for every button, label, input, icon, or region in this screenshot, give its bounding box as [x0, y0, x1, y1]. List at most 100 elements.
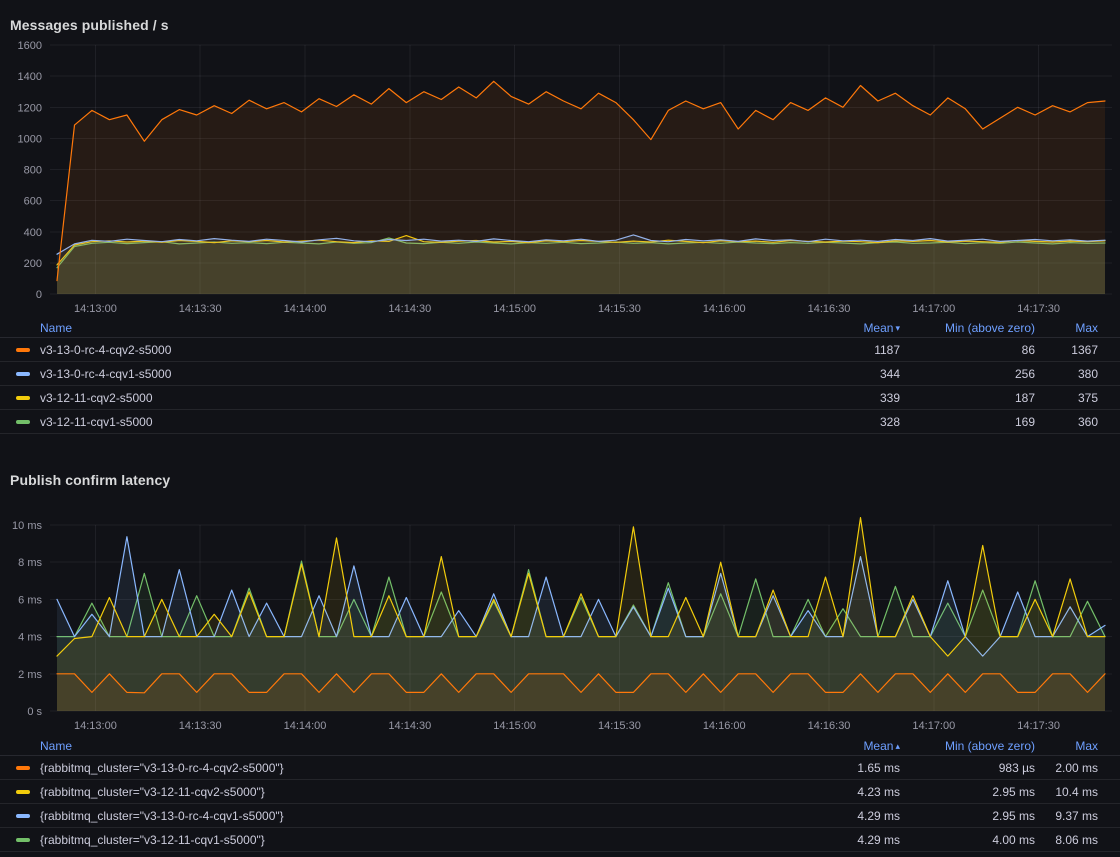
publish-confirm-latency-chart-plot[interactable]: 14:13:00 14:13:30 14:14:00 14:14:30 14:15:00…: [0, 485, 1120, 737]
y-axis-tick-label: 1000: [18, 133, 42, 145]
y-axis-tick-label: 800: [24, 165, 42, 177]
y-axis-tick-label: 0 s: [27, 706, 42, 718]
series-min-value: 2.95 ms: [992, 785, 1035, 799]
series-name: v3-12-11-cqv2-s5000: [40, 391, 153, 405]
legend-column-name[interactable]: Name: [40, 739, 72, 753]
legend-row[interactable]: {rabbitmq_cluster="v3-12-11-cqv2-s5000"}…: [0, 780, 1120, 804]
legend-row[interactable]: v3-12-11-cqv1-s5000 328 169 360: [0, 410, 1120, 434]
series-name: {rabbitmq_cluster="v3-13-0-rc-4-cqv2-s50…: [40, 761, 284, 775]
series-color-swatch: [16, 790, 30, 794]
y-axis-tick-label: 4 ms: [18, 632, 42, 644]
y-axis-tick-label: 1200: [18, 102, 42, 114]
legend-header: Name Mean▾ Min (above zero) Max: [0, 318, 1120, 338]
series-color-swatch: [16, 766, 30, 770]
publish-confirm-latency-legend: Name Mean▴ Min (above zero) Max {rabbitm…: [0, 736, 1120, 852]
x-axis-tick-label: 14:13:00: [74, 720, 117, 732]
sort-descending-icon: ▾: [895, 323, 900, 333]
series-mean-value: 4.29 ms: [857, 809, 900, 823]
series-color-swatch: [16, 396, 30, 400]
messages-published-chart-plot[interactable]: 14:13:00 14:13:30 14:14:00 14:14:30 14:15:00…: [0, 0, 1120, 320]
x-axis-tick-label: 14:15:30: [598, 303, 641, 315]
legend-row[interactable]: v3-13-0-rc-4-cqv2-s5000 1187 86 1367: [0, 338, 1120, 362]
legend-row[interactable]: {rabbitmq_cluster="v3-13-0-rc-4-cqv1-s50…: [0, 804, 1120, 828]
x-axis-tick-label: 14:17:30: [1017, 720, 1060, 732]
x-axis-tick-label: 14:17:30: [1017, 303, 1060, 315]
series-max-value: 1367: [1071, 343, 1098, 357]
series-color-swatch: [16, 838, 30, 842]
x-axis-tick-label: 14:17:00: [912, 720, 955, 732]
x-axis-tick-label: 14:15:30: [598, 720, 641, 732]
x-axis-tick-label: 14:16:00: [703, 720, 746, 732]
y-axis-tick-label: 10 ms: [12, 520, 42, 532]
series-color-swatch: [16, 372, 30, 376]
x-axis-tick-label: 14:17:00: [912, 303, 955, 315]
series-min-value: 86: [1022, 343, 1035, 357]
series-max-value: 2.00 ms: [1055, 761, 1098, 775]
series-name: v3-13-0-rc-4-cqv2-s5000: [40, 343, 171, 357]
y-axis-tick-label: 1600: [18, 40, 42, 52]
series-max-value: 380: [1078, 367, 1098, 381]
series-color-swatch: [16, 348, 30, 352]
series-name: {rabbitmq_cluster="v3-12-11-cqv1-s5000"}: [40, 833, 265, 847]
legend-row[interactable]: v3-12-11-cqv2-s5000 339 187 375: [0, 386, 1120, 410]
x-axis-tick-label: 14:16:30: [808, 303, 851, 315]
series-color-swatch: [16, 814, 30, 818]
series-color-swatch: [16, 420, 30, 424]
x-axis-tick-label: 14:15:00: [493, 303, 536, 315]
series-area-fill: [57, 81, 1105, 294]
x-axis-tick-label: 14:14:00: [284, 303, 327, 315]
legend-row[interactable]: {rabbitmq_cluster="v3-13-0-rc-4-cqv2-s50…: [0, 756, 1120, 780]
y-axis-tick-label: 1400: [18, 71, 42, 83]
series-min-value: 983 µs: [999, 761, 1035, 775]
series-min-value: 256: [1015, 367, 1035, 381]
series-min-value: 2.95 ms: [992, 809, 1035, 823]
series-max-value: 375: [1078, 391, 1098, 405]
legend-row[interactable]: {rabbitmq_cluster="v3-12-11-cqv1-s5000"}…: [0, 828, 1120, 852]
series-mean-value: 339: [880, 391, 900, 405]
series-min-value: 4.00 ms: [992, 833, 1035, 847]
series-min-value: 187: [1015, 391, 1035, 405]
x-axis-tick-label: 14:15:00: [493, 720, 536, 732]
series-min-value: 169: [1015, 415, 1035, 429]
series-max-value: 10.4 ms: [1055, 785, 1098, 799]
series-max-value: 9.37 ms: [1055, 809, 1098, 823]
legend-header: Name Mean▴ Min (above zero) Max: [0, 736, 1120, 756]
legend-column-min[interactable]: Min (above zero): [945, 321, 1035, 335]
legend-column-name[interactable]: Name: [40, 321, 72, 335]
series-mean-value: 328: [880, 415, 900, 429]
legend-column-min[interactable]: Min (above zero): [945, 739, 1035, 753]
x-axis-tick-label: 14:14:30: [388, 303, 431, 315]
sort-ascending-icon: ▴: [895, 741, 900, 751]
y-axis-tick-label: 6 ms: [18, 594, 42, 606]
series-max-value: 360: [1078, 415, 1098, 429]
messages-published-legend: Name Mean▾ Min (above zero) Max v3-13-0-…: [0, 318, 1120, 434]
series-name: v3-13-0-rc-4-cqv1-s5000: [40, 367, 171, 381]
y-axis-tick-label: 0: [36, 289, 42, 301]
x-axis-tick-label: 14:13:00: [74, 303, 117, 315]
x-axis-tick-label: 14:14:00: [284, 720, 327, 732]
x-axis-tick-label: 14:13:30: [179, 303, 222, 315]
series-mean-value: 344: [880, 367, 900, 381]
legend-column-max[interactable]: Max: [1075, 739, 1098, 753]
x-axis-tick-label: 14:16:30: [808, 720, 851, 732]
y-axis-tick-label: 600: [24, 196, 42, 208]
series-mean-value: 1187: [874, 343, 900, 357]
series-mean-value: 4.29 ms: [857, 833, 900, 847]
legend-column-mean[interactable]: Mean▾: [863, 321, 900, 335]
series-mean-value: 4.23 ms: [857, 785, 900, 799]
legend-column-mean[interactable]: Mean▴: [863, 739, 900, 753]
x-axis-tick-label: 14:16:00: [703, 303, 746, 315]
series-max-value: 8.06 ms: [1055, 833, 1098, 847]
legend-column-max[interactable]: Max: [1075, 321, 1098, 335]
series-name: {rabbitmq_cluster="v3-12-11-cqv2-s5000"}: [40, 785, 265, 799]
x-axis-tick-label: 14:13:30: [179, 720, 222, 732]
y-axis-tick-label: 200: [24, 258, 42, 270]
legend-row[interactable]: v3-13-0-rc-4-cqv1-s5000 344 256 380: [0, 362, 1120, 386]
y-axis-tick-label: 8 ms: [18, 557, 42, 569]
series-name: {rabbitmq_cluster="v3-13-0-rc-4-cqv1-s50…: [40, 809, 284, 823]
x-axis-tick-label: 14:14:30: [388, 720, 431, 732]
series-mean-value: 1.65 ms: [857, 761, 900, 775]
y-axis-tick-label: 400: [24, 227, 42, 239]
series-name: v3-12-11-cqv1-s5000: [40, 415, 153, 429]
y-axis-tick-label: 2 ms: [18, 669, 42, 681]
